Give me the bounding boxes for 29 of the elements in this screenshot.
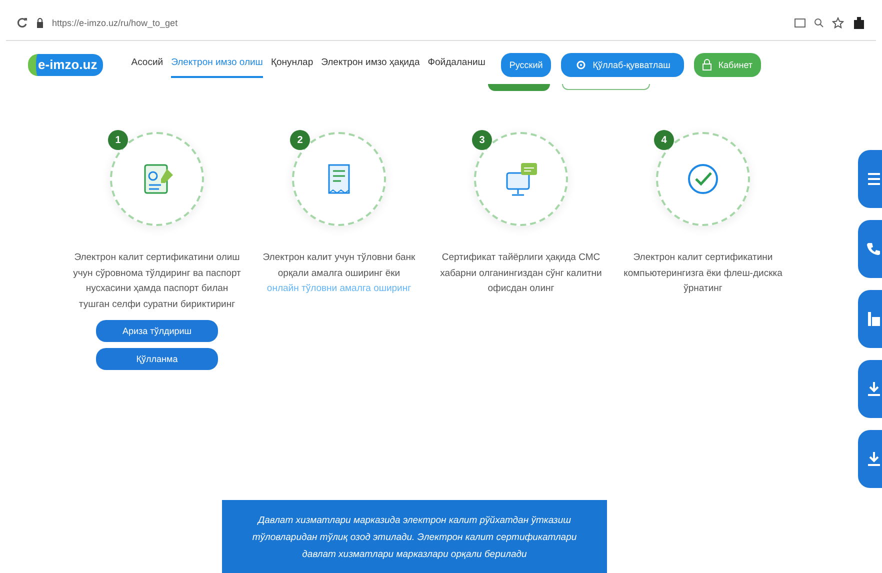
cabinet-button[interactable]: Кабинет bbox=[694, 52, 761, 76]
step-description: Электрон калит сертификатини олиш учун сўровнома тўлдиринг ва паспорт нусхасини ҳамда паспорт билан тушган селфи суратни бириктиринг bbox=[72, 251, 242, 312]
nav-link[interactable]: Фойдаланиш bbox=[428, 51, 486, 78]
step-description: Электрон калит сертификатини компьютерингизга ёки флеш-дискка ўрнатинг bbox=[622, 251, 784, 296]
star-icon bbox=[832, 17, 844, 29]
partial-button[interactable] bbox=[488, 84, 550, 91]
step-number: 3 bbox=[472, 130, 492, 150]
step-number: 4 bbox=[654, 130, 674, 150]
nav-link[interactable]: Қонунлар bbox=[270, 51, 314, 78]
nav-link[interactable]: Асосий bbox=[131, 51, 164, 78]
step-button[interactable]: Қўлланма bbox=[96, 348, 218, 370]
lock-icon bbox=[36, 18, 44, 28]
url-text[interactable]: https://e-imzo.uz/ru/how_to_get bbox=[52, 18, 178, 28]
zoom-icon bbox=[814, 18, 824, 28]
support-button[interactable]: Қўллаб-қувватлаш bbox=[560, 52, 684, 76]
logo[interactable]: e-imzo.uz bbox=[28, 54, 104, 76]
tab-icon bbox=[794, 18, 806, 28]
lock-icon bbox=[702, 58, 712, 70]
step-button[interactable]: Ариза тўлдириш bbox=[96, 320, 218, 342]
reload-icon bbox=[16, 17, 28, 29]
step-description: Сертификат тайёрлиги ҳақида СМС хабарни олганингиздан сўнг калитни офисдан олинг bbox=[439, 251, 603, 296]
gear-icon bbox=[574, 58, 587, 70]
step-description: Электрон калит учун тўловни банк орқали амалга оширинг ёки онлайн тўловни амалга оширинг bbox=[262, 251, 416, 296]
notice-banner: Давлат хизматлари марказида электрон калит рўйхатдан ўтказиш тўловларидан тўлиқ озод этилади. Электрон калит сертификатлари давлат хизматлари марказлари орқали берилади bbox=[222, 500, 607, 573]
step-number: 1 bbox=[108, 130, 128, 150]
step-number: 2 bbox=[290, 130, 310, 150]
nav-link[interactable]: Электрон имзо олиш bbox=[171, 51, 263, 78]
nav-link[interactable]: Электрон имзо ҳақида bbox=[321, 51, 420, 78]
language-button[interactable]: Русский bbox=[501, 52, 551, 76]
